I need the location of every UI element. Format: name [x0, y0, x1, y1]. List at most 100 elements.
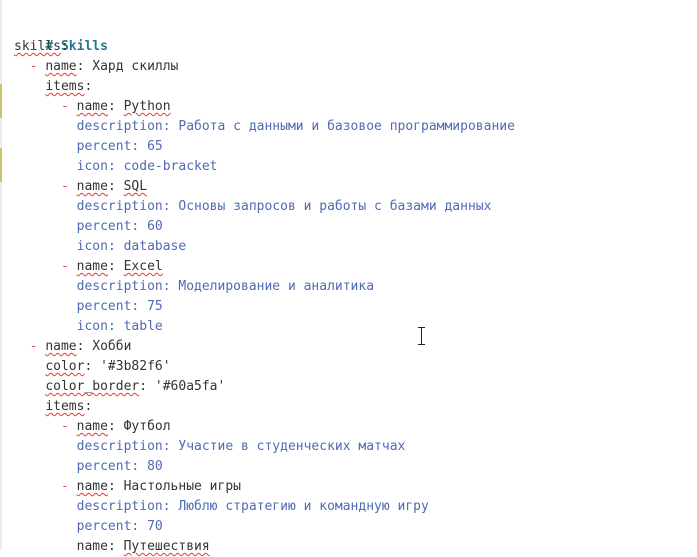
- code-line[interactable]: percent: 70: [14, 517, 697, 537]
- key: name: [76, 179, 108, 194]
- value-text: Люблю стратегию и командную игру: [178, 499, 429, 514]
- value-text: Python: [123, 99, 171, 114]
- key: name: [76, 539, 108, 554]
- key: items: [45, 399, 85, 414]
- key: description: [76, 119, 163, 134]
- value-text: Основы запросов и работы с базами данных: [178, 199, 492, 214]
- plain-value: Хард скиллы: [92, 59, 178, 74]
- value-text: 80: [147, 459, 163, 474]
- value-text: Футбол: [123, 419, 171, 434]
- code-line[interactable]: icon: database: [14, 237, 697, 257]
- yaml-editor[interactable]: # Skills skills: - name: Хард скиллы ite…: [14, 17, 697, 557]
- separator: :: [76, 339, 93, 354]
- key: percent: [76, 219, 132, 234]
- value-text: Настольные игры: [123, 479, 241, 494]
- separator: :: [84, 359, 101, 374]
- code-line[interactable]: color: '#3b82f6': [14, 357, 697, 377]
- separator: :: [60, 39, 69, 54]
- separator: :: [76, 59, 93, 74]
- key: description: [76, 279, 163, 294]
- separator: :: [84, 79, 93, 94]
- code-line[interactable]: - name: SQL: [14, 177, 697, 197]
- code-line[interactable]: - name: Хард скиллы: [14, 57, 697, 77]
- separator: :: [131, 519, 148, 534]
- code-line[interactable]: icon: code-bracket: [14, 157, 697, 177]
- key: icon: [76, 159, 108, 174]
- key: name: [76, 99, 108, 114]
- code-line[interactable]: description: Участие в студенческих матч…: [14, 437, 697, 457]
- key: icon: [76, 319, 108, 334]
- code-line[interactable]: percent: 60: [14, 217, 697, 237]
- list-dash: -: [60, 259, 77, 274]
- separator: :: [107, 479, 124, 494]
- code-line[interactable]: items:: [14, 77, 697, 97]
- separator: :: [107, 259, 124, 274]
- separator: :: [107, 539, 124, 554]
- value-text: 75: [147, 299, 163, 314]
- value-text: Хард скиллы: [92, 59, 179, 74]
- key: name: [76, 259, 108, 274]
- key: description: [76, 199, 163, 214]
- code-line[interactable]: color_border: '#60a5fa': [14, 377, 697, 397]
- list-dash: -: [60, 179, 77, 194]
- gutter-change-marker: [0, 84, 2, 118]
- key: name: [76, 479, 108, 494]
- value-text: 65: [147, 139, 163, 154]
- code-line[interactable]: description: Люблю стратегию и командную…: [14, 497, 697, 517]
- key: name: [45, 339, 77, 354]
- key: color_border: [45, 379, 140, 394]
- code-line[interactable]: percent: 75: [14, 297, 697, 317]
- list-dash: -: [60, 419, 77, 434]
- separator: :: [107, 99, 124, 114]
- code-line[interactable]: - name: Python: [14, 97, 697, 117]
- separator: :: [131, 139, 148, 154]
- key: percent: [76, 139, 132, 154]
- value-text: SQL: [123, 179, 148, 194]
- code-line[interactable]: percent: 80: [14, 457, 697, 477]
- separator: :: [139, 379, 155, 394]
- value-text: Excel: [123, 259, 163, 274]
- separator: :: [107, 239, 124, 254]
- value-text: database: [123, 239, 187, 254]
- code-line[interactable]: items:: [14, 397, 697, 417]
- editor-left-edge: [0, 0, 2, 549]
- code-line[interactable]: - name: Excel: [14, 257, 697, 277]
- code-line[interactable]: percent: 65: [14, 137, 697, 157]
- key: description: [76, 499, 163, 514]
- code-line[interactable]: skills:: [14, 37, 697, 57]
- separator: :: [162, 499, 179, 514]
- key: percent: [76, 299, 132, 314]
- code-line[interactable]: icon: table: [14, 317, 697, 337]
- code-line[interactable]: description: Работа с данными и базовое …: [14, 117, 697, 137]
- value-text: Хобби: [92, 339, 132, 354]
- separator: :: [107, 179, 124, 194]
- separator: :: [162, 199, 179, 214]
- key: name: [76, 419, 108, 434]
- key: color: [45, 359, 85, 374]
- key: icon: [76, 239, 108, 254]
- gutter-change-marker: [0, 148, 2, 182]
- value-text: '#60a5fa': [154, 379, 226, 394]
- key: percent: [76, 519, 132, 534]
- code-line[interactable]: name: Путешествия: [14, 537, 697, 557]
- list-dash: -: [29, 59, 46, 74]
- list-dash: -: [60, 99, 77, 114]
- code-line[interactable]: description: Основы запросов и работы с …: [14, 197, 697, 217]
- value-text: 60: [147, 219, 163, 234]
- code-line[interactable]: - name: Настольные игры: [14, 477, 697, 497]
- value-text: table: [123, 319, 163, 334]
- heading-line: # Skills: [14, 17, 697, 54]
- text-cursor-icon: [418, 327, 426, 345]
- code-line[interactable]: - name: Хобби: [14, 337, 697, 357]
- separator: :: [162, 439, 179, 454]
- separator: :: [84, 399, 93, 414]
- separator: :: [131, 299, 148, 314]
- separator: :: [107, 159, 124, 174]
- list-dash: -: [29, 339, 46, 354]
- value-text: Участие в студенческих матчах: [178, 439, 406, 454]
- code-line[interactable]: description: Моделирование и аналитика: [14, 277, 697, 297]
- code-line[interactable]: - name: Футбол: [14, 417, 697, 437]
- value-text: code-bracket: [123, 159, 218, 174]
- value-text: 70: [147, 519, 163, 534]
- value-text: Путешествия: [123, 539, 210, 554]
